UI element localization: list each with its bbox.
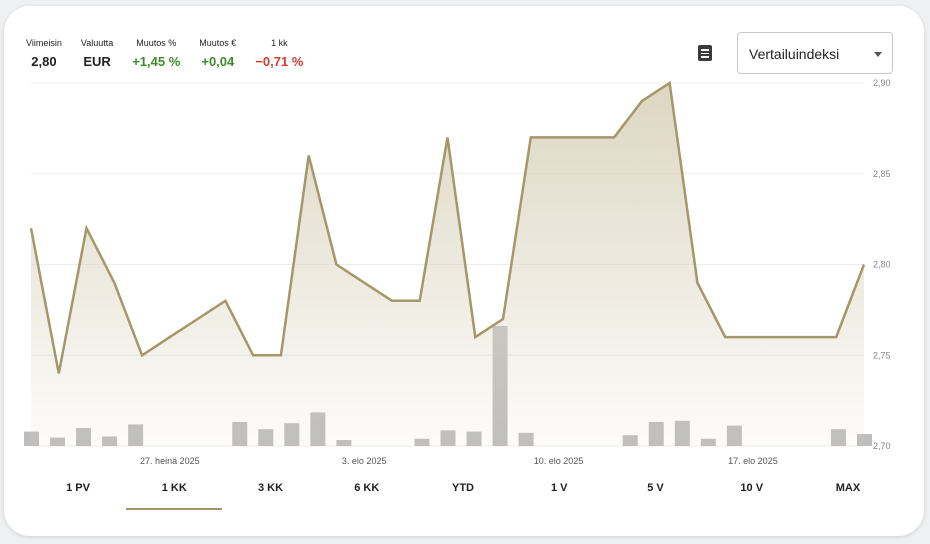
x-tick-label: 27. heinä 2025	[140, 456, 200, 466]
x-tick-label: 3. elo 2025	[342, 456, 387, 466]
tab-5-v[interactable]: 5 V	[608, 478, 704, 508]
period-tabs: 1 PV 1 KK 3 KK 6 KK YTD 1 V5 V 10 V MAX	[30, 478, 880, 510]
tab-6-kk[interactable]: 6 KK	[319, 478, 415, 508]
tab-3-kk[interactable]: 3 KK	[223, 478, 319, 508]
tab-1-pv[interactable]: 1 PV	[30, 478, 126, 508]
price-chart[interactable]: 2,90 2,85 2,80 2,75 2,70 27. heinä 2025 3. el…	[0, 0, 930, 544]
y-tick-label: 2,70	[873, 441, 891, 451]
tab-1-v[interactable]: 1 V	[511, 478, 607, 508]
y-tick-label: 2,75	[873, 350, 891, 360]
y-tick-label: 2,80	[873, 260, 891, 270]
x-tick-label: 10. elo 2025	[534, 456, 584, 466]
x-tick-label: 17. elo 2025	[728, 456, 778, 466]
tab-10-v[interactable]: 10 V	[704, 478, 800, 508]
y-tick-label: 2,85	[873, 169, 891, 179]
tab-1-kk[interactable]: 1 KK	[126, 478, 223, 510]
tab-ytd[interactable]: YTD	[415, 478, 511, 508]
tab-max[interactable]: MAX	[800, 478, 896, 508]
y-tick-label: 2,90	[873, 78, 891, 88]
